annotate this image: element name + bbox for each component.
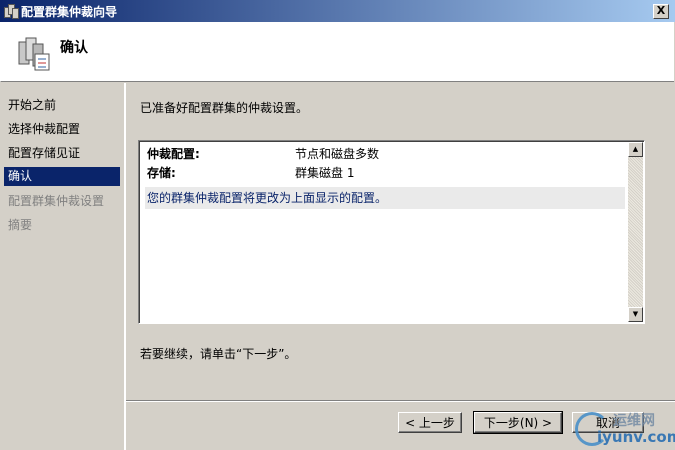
intro-text: 已准备好配置群集的仲裁设置。 [140, 101, 309, 115]
wizard-header: 确认 [0, 22, 674, 82]
step-configure-storage-witness[interactable]: 配置存储见证 [0, 141, 124, 165]
summary-key: 仲裁配置: [147, 147, 200, 161]
cluster-servers-icon [18, 37, 50, 71]
cluster-app-icon [4, 4, 19, 19]
title-bar[interactable]: 配置群集仲裁向导 X [0, 0, 675, 22]
page-title: 确认 [60, 40, 88, 56]
wizard-steps-sidebar: 开始之前 选择仲裁配置 配置存储见证 确认 配置群集仲裁设置 摘要 [0, 83, 126, 450]
summary-note: 您的群集仲裁配置将更改为上面显示的配置。 [145, 187, 625, 209]
step-select-quorum-configuration[interactable]: 选择仲裁配置 [0, 117, 124, 141]
summary-key: 存储: [147, 166, 176, 180]
summary-value: 节点和磁盘多数 [295, 147, 380, 161]
back-button[interactable]: < 上一步 [398, 412, 462, 433]
step-confirmation[interactable]: 确认 [4, 167, 120, 186]
step-before-you-begin[interactable]: 开始之前 [0, 93, 124, 117]
scroll-up-arrow-icon[interactable]: ▲ [628, 142, 643, 157]
watermark-line1: 运维网 [613, 413, 655, 429]
close-button[interactable]: X [653, 4, 669, 19]
vertical-scrollbar[interactable]: ▲ ▼ [628, 142, 643, 322]
confirmation-summary-box: 仲裁配置: 节点和磁盘多数 存储: 群集磁盘 1 您的群集仲裁配置将更改为上面显… [138, 140, 645, 324]
step-summary: 摘要 [8, 218, 33, 232]
site-watermark: 运维网 iyunv.com [575, 406, 675, 448]
summary-row-quorum: 仲裁配置: 节点和磁盘多数 [145, 145, 625, 164]
wizard-content: 已准备好配置群集的仲裁设置。 仲裁配置: 节点和磁盘多数 存储: 群集磁盘 1 … [126, 83, 675, 450]
continue-instruction: 若要继续，请单击“下一步”。 [140, 347, 297, 361]
next-button[interactable]: 下一步(N) > [473, 411, 563, 434]
scroll-down-arrow-icon[interactable]: ▼ [628, 307, 643, 322]
button-separator [126, 400, 675, 402]
window-title: 配置群集仲裁向导 [21, 4, 118, 19]
watermark-line2: iyunv.com [597, 428, 675, 446]
step-configure-quorum-settings: 配置群集仲裁设置 [8, 194, 105, 208]
summary-row-storage: 存储: 群集磁盘 1 [145, 164, 625, 183]
summary-value: 群集磁盘 1 [295, 166, 355, 180]
